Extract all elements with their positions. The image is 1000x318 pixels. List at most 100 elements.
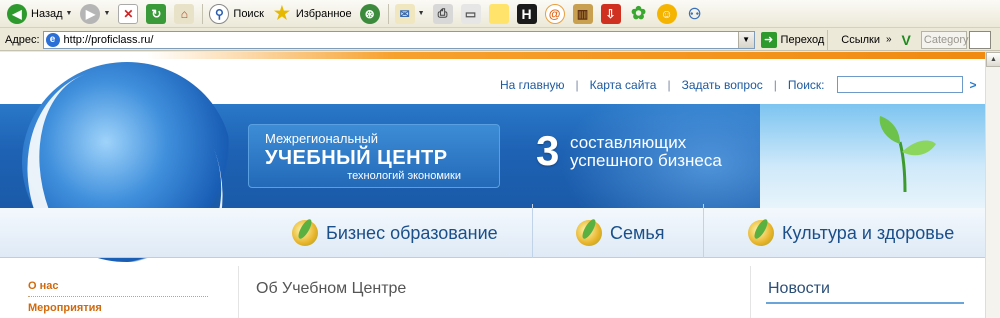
center-heading: Об Учебном Центре [256, 280, 407, 297]
printer-icon: ⎙ [432, 3, 453, 24]
h-letter-icon: H [516, 3, 537, 24]
leaf-icon [748, 220, 774, 246]
stop-icon: ✕ [118, 3, 139, 24]
column-divider [750, 266, 751, 318]
brand-box[interactable]: Межрегиональный УЧЕБНЫЙ ЦЕНТР технологий… [248, 124, 500, 188]
people-icon: ⚇ [687, 5, 702, 23]
smile-icon: ☺ [656, 3, 677, 24]
chevron-right-icon: » [885, 34, 892, 45]
favorites-label: Избранное [295, 7, 352, 20]
scroll-up-icon[interactable]: ▲ [986, 52, 1000, 67]
site-search-input[interactable] [837, 76, 964, 93]
nav-separator: | [773, 77, 777, 92]
promo-line2: успешного бизнеса [570, 151, 722, 170]
news-underline [766, 302, 964, 304]
note-icon [488, 3, 509, 24]
address-input[interactable]: e http://proficlass.ru/ ▼ [42, 30, 755, 49]
sprout-image [879, 116, 936, 193]
sidebar-item-about[interactable]: О нас [28, 280, 102, 302]
orange-top-stripe [0, 52, 985, 59]
menu-divider [703, 204, 704, 258]
category-field[interactable]: Category [920, 30, 969, 49]
home-button[interactable]: ⌂ [171, 2, 197, 26]
back-button[interactable]: ◀ Назад ▼ [4, 2, 75, 26]
mail-button[interactable]: ✉ ▼ [392, 2, 428, 26]
search-go-arrow-icon[interactable]: > [969, 78, 976, 92]
address-url[interactable]: http://proficlass.ru/ [64, 34, 154, 46]
mail-icon: ✉ [394, 3, 415, 24]
menu-item-label: Бизнес образование [326, 222, 498, 243]
vertical-scrollbar[interactable]: ▲ [985, 52, 1000, 318]
back-dropdown-icon[interactable]: ▼ [66, 10, 73, 17]
promo-line1: составляющих [570, 133, 687, 152]
menu-item-label: Семья [610, 222, 665, 243]
news-heading[interactable]: Новости [768, 280, 830, 298]
sidebar-item-events[interactable]: Мероприятия [28, 302, 102, 318]
print-button[interactable]: ⎙ [430, 2, 456, 26]
address-divider [827, 29, 829, 50]
go-label: Переход [780, 33, 825, 46]
refresh-icon: ↻ [146, 3, 167, 24]
forward-button[interactable]: ▶ ▼ [77, 2, 113, 26]
promo-text: составляющих успешного бизнеса [570, 134, 722, 170]
icq-button[interactable]: ✿ [626, 2, 652, 26]
brand-line1: Межрегиональный [265, 131, 379, 146]
refresh-button[interactable]: ↻ [143, 2, 169, 26]
category-button[interactable] [968, 30, 991, 49]
h-button[interactable]: H [514, 2, 540, 26]
menu-item-label: Культура и здоровье [782, 222, 955, 243]
search-button[interactable]: ⚲ Поиск [206, 2, 266, 26]
leaf-icon [576, 220, 602, 246]
mail-dropdown-icon[interactable]: ▼ [418, 10, 425, 17]
forward-dropdown-icon[interactable]: ▼ [103, 10, 110, 17]
magnifier-icon: ⚲ [209, 3, 230, 24]
go-button[interactable]: ➜ Переход [760, 31, 825, 48]
brand-title: УЧЕБНЫЙ ЦЕНТР [265, 147, 448, 169]
books-icon: ▥ [572, 3, 593, 24]
at-sign-icon: @ [544, 3, 565, 24]
menu-item-family[interactable]: Семья [576, 208, 665, 258]
note-button[interactable] [486, 2, 512, 26]
menu-divider [532, 204, 533, 258]
column-divider [238, 266, 239, 318]
edit-button[interactable]: ▭ [458, 2, 484, 26]
star-icon: ★ [273, 3, 290, 23]
go-arrow-icon: ➜ [760, 31, 777, 48]
promo-number: 3 [536, 127, 560, 174]
sidebar-nav: О нас Мероприятия [28, 280, 208, 318]
toolbar-divider [202, 3, 204, 24]
nav-separator: | [667, 77, 671, 92]
search-label: Поиск [233, 7, 264, 20]
address-dropdown-icon[interactable]: ▼ [737, 31, 754, 48]
smile-button[interactable]: ☺ [654, 2, 680, 26]
top-nav: На главную | Карта сайта | Задать вопрос… [500, 76, 977, 93]
back-arrow-icon: ◀ [7, 3, 27, 24]
books-button[interactable]: ▥ [570, 2, 596, 26]
edit-icon: ▭ [460, 3, 481, 24]
links-button[interactable]: Ссылки » [841, 34, 891, 46]
checkmark-v-icon[interactable]: V [902, 32, 911, 48]
logo-swoosh [0, 52, 254, 318]
nav-search-label: Поиск: [787, 77, 825, 92]
brand-subtitle: технологий экономики [347, 170, 461, 182]
ie-page-icon: e [45, 32, 60, 47]
at-button[interactable]: @ [542, 2, 568, 26]
stop-button[interactable]: ✕ [115, 2, 141, 26]
back-label: Назад [31, 7, 63, 20]
menu-item-business[interactable]: Бизнес образование [292, 208, 498, 258]
browser-toolbar: ◀ Назад ▼ ▶ ▼ ✕ ↻ ⌂ ⚲ Поиск ★ Избранное … [0, 0, 1000, 28]
nav-sitemap-link[interactable]: Карта сайта [590, 78, 657, 92]
menu-item-culture[interactable]: Культура и здоровье [748, 208, 954, 258]
nav-home-link[interactable]: На главную [500, 78, 564, 92]
download-button[interactable]: ⇩ [598, 2, 624, 26]
people-button[interactable]: ⚇ [682, 2, 708, 26]
sidebar-divider [28, 296, 208, 297]
links-label: Ссылки [841, 33, 880, 46]
favorites-button[interactable]: ★ Избранное [269, 2, 355, 26]
media-button[interactable]: ⊛ [357, 2, 383, 26]
download-icon: ⇩ [600, 3, 621, 24]
leaf-icon [292, 220, 318, 246]
nav-ask-link[interactable]: Задать вопрос [682, 78, 763, 92]
toolbar-divider [387, 3, 389, 24]
nav-separator: | [575, 77, 579, 92]
